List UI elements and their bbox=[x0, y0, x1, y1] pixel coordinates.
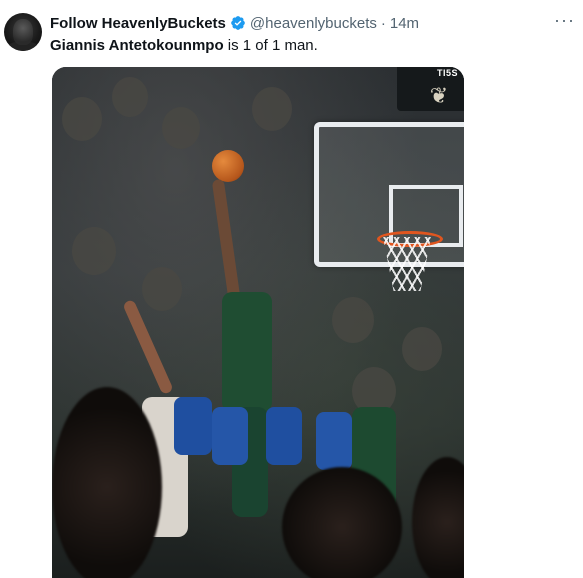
crowd-figure bbox=[252, 87, 292, 131]
post-header: Follow HeavenlyBuckets @heavenlybuckets … bbox=[50, 13, 573, 33]
more-options-icon[interactable]: ··· bbox=[554, 10, 575, 30]
scoreboard-label: TI5S bbox=[436, 68, 458, 78]
foreground-blurred-head bbox=[52, 387, 162, 578]
crowd-figure bbox=[142, 267, 182, 311]
separator-dot: · bbox=[380, 14, 386, 32]
basketball bbox=[212, 150, 244, 182]
fan-blue-shirt bbox=[212, 407, 248, 465]
crowd-figure bbox=[72, 227, 116, 275]
tweet-text-bold[interactable]: Giannis Antetokounmpo bbox=[50, 37, 224, 54]
fan-blue-shirt bbox=[174, 397, 212, 455]
display-name[interactable]: Follow HeavenlyBuckets bbox=[50, 15, 226, 32]
avatar-face bbox=[13, 19, 33, 45]
avatar[interactable] bbox=[4, 13, 42, 51]
crowd-figure bbox=[112, 77, 148, 117]
timestamp[interactable]: 14m bbox=[390, 15, 419, 32]
player-jersey bbox=[222, 292, 272, 412]
tweet-text-rest: is 1 of 1 man. bbox=[223, 37, 318, 54]
tweet-text: Giannis Antetokounmpo is 1 of 1 man. bbox=[50, 36, 318, 56]
fan-blue-shirt bbox=[266, 407, 302, 465]
media-photo[interactable]: TI5S ❦ bbox=[52, 67, 464, 578]
foreground-blurred-head bbox=[282, 467, 402, 578]
fan-blue-shirt bbox=[316, 412, 352, 470]
crowd-figure bbox=[332, 297, 374, 343]
verified-badge-icon bbox=[230, 15, 246, 31]
crowd-figure bbox=[402, 327, 442, 371]
crowd-figure bbox=[162, 107, 200, 149]
crowd-figure bbox=[62, 97, 102, 141]
bucks-logo-icon: ❦ bbox=[429, 83, 449, 108]
handle[interactable]: @heavenlybuckets bbox=[250, 15, 377, 32]
